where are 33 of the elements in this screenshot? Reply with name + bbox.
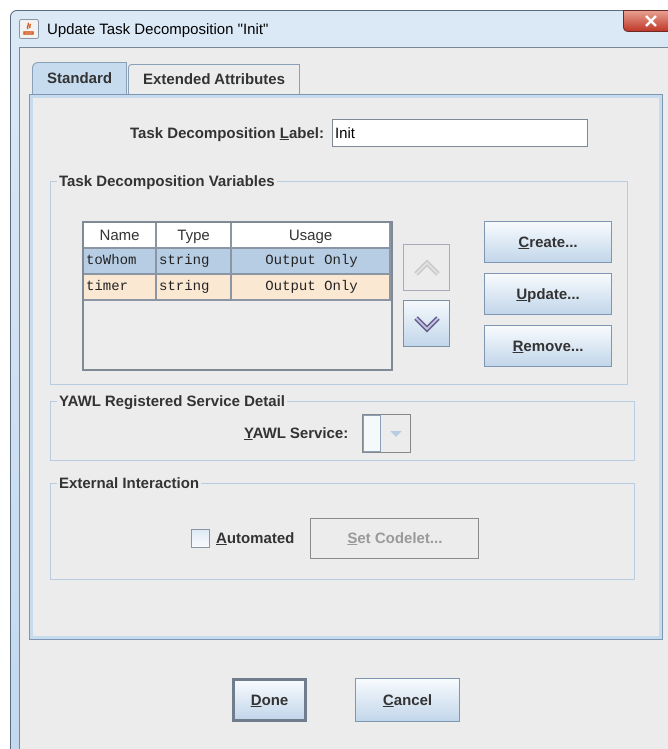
column-header[interactable]: Name [84,223,157,249]
dialog-button[interactable]: Cancel [355,678,460,722]
window-title: Update Task Decomposition "Init" [47,20,268,38]
close-button[interactable] [623,10,668,32]
close-icon [643,15,659,27]
tab[interactable]: Extended Attributes [128,64,300,94]
column-header[interactable]: Type [157,223,232,249]
group-title: Task Decomposition Variables [58,173,276,190]
move-down-button[interactable] [403,300,450,347]
action-button[interactable]: Create... [484,221,612,263]
checkbox-label: Automated [216,530,294,547]
group-title: YAWL Registered Service Detail [58,393,286,410]
dropdown-arrow-icon [390,430,402,436]
field-label: Task Decomposition Label: [130,124,324,142]
table-cell[interactable]: toWhom [84,249,157,275]
service-dropdown[interactable] [362,414,412,453]
field-label: YAWL Service: [244,425,348,442]
chevron-down-icon [412,314,442,334]
chevron-up-icon [412,258,442,278]
action-button[interactable]: Remove... [484,325,612,367]
group-title: External Interaction [58,475,200,492]
automated-checkbox[interactable] [191,529,210,548]
table-cell[interactable]: Output Only [232,275,391,301]
tab[interactable]: Standard [32,62,128,94]
java-cup-icon [19,19,39,39]
dialog-button[interactable]: Done [232,678,307,722]
table-cell[interactable]: string [157,249,232,275]
column-header[interactable]: Usage [232,223,391,249]
table-cell[interactable]: Output Only [232,249,391,275]
table-cell[interactable]: timer [84,275,157,301]
label-input[interactable]: Init [332,119,588,147]
table-cell[interactable]: string [157,275,232,301]
action-button[interactable]: Update... [484,273,612,315]
